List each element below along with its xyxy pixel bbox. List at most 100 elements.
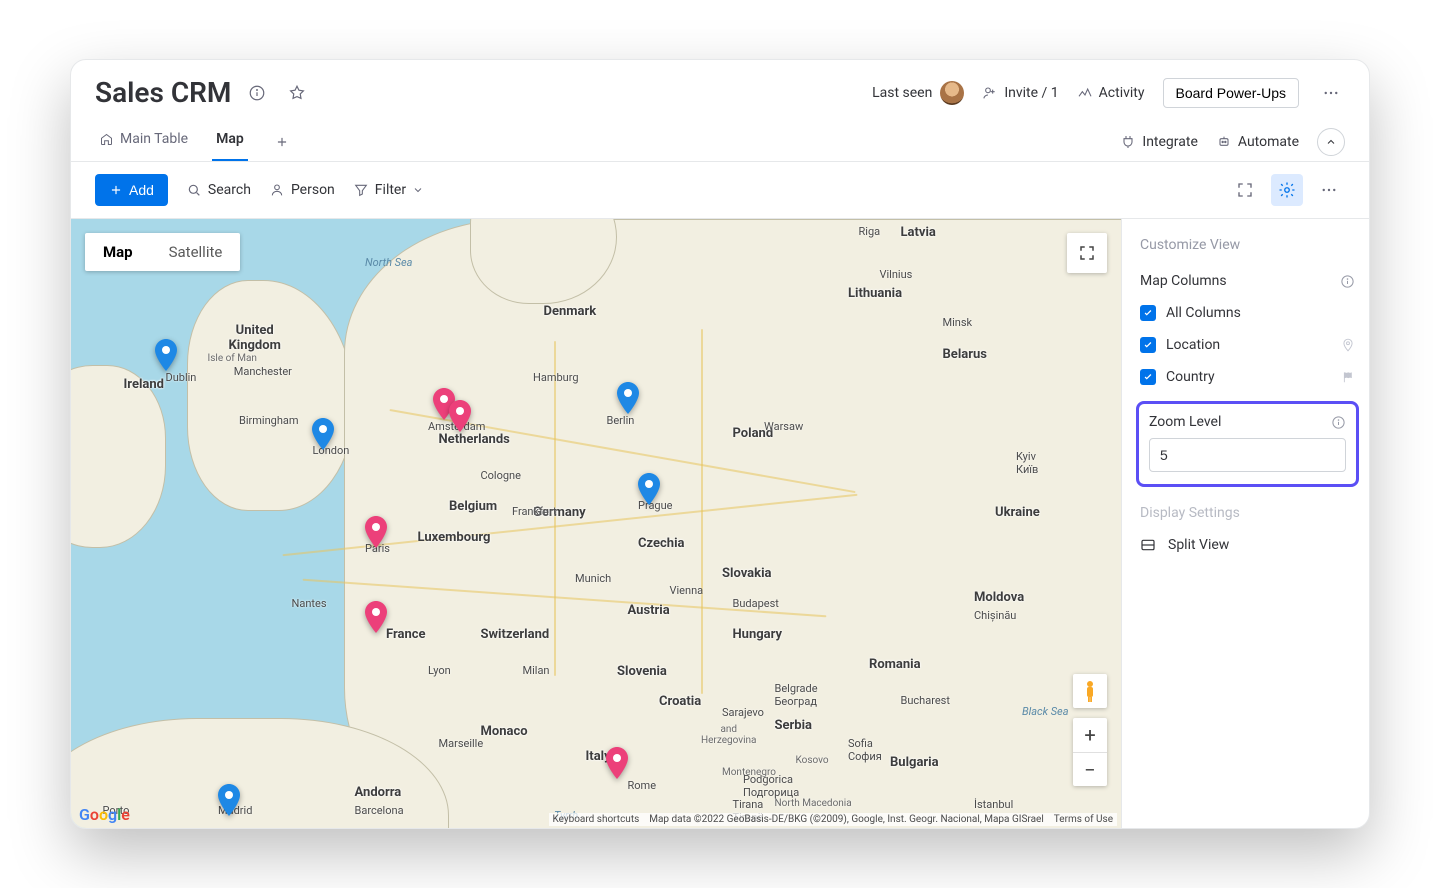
page-title: Sales CRM — [95, 76, 231, 109]
terms-link[interactable]: Terms of Use — [1054, 814, 1113, 825]
checkbox-location[interactable]: Location — [1140, 331, 1355, 359]
map-columns-label: Map Columns — [1140, 273, 1227, 289]
country-label: Austria — [628, 603, 670, 618]
sea-label: Black Sea — [1022, 705, 1069, 718]
favorite-star-icon[interactable] — [283, 79, 311, 107]
city-label: Nantes — [292, 597, 327, 610]
map-pin[interactable] — [364, 516, 388, 548]
map-type-map[interactable]: Map — [85, 233, 151, 271]
country-label: Ireland — [124, 377, 164, 392]
country-label: Netherlands — [439, 432, 510, 447]
power-ups-button[interactable]: Board Power-Ups — [1163, 78, 1300, 108]
info-icon[interactable] — [1331, 415, 1346, 430]
add-tab-icon[interactable] — [268, 128, 296, 156]
city-label: Sarajevo — [722, 706, 764, 719]
country-label: Serbia — [775, 718, 813, 733]
zoom-in-button[interactable]: + — [1073, 718, 1107, 752]
map-pin[interactable] — [217, 784, 241, 816]
city-label: Bucharest — [901, 694, 950, 707]
country-label: Slovakia — [722, 566, 771, 581]
checkbox-all-columns[interactable]: All Columns — [1140, 299, 1355, 327]
city-label: Marseille — [439, 737, 484, 750]
automate-button[interactable]: Automate — [1216, 134, 1299, 150]
location-pin-icon — [1341, 338, 1355, 352]
avatar — [940, 81, 964, 105]
map-attribution: Keyboard shortcuts Map data ©2022 GeoBas… — [549, 813, 1118, 826]
panel-heading: Customize View — [1140, 237, 1355, 253]
map-pin[interactable] — [154, 339, 178, 371]
chevron-down-icon — [412, 184, 424, 196]
city-label: Budapest — [733, 597, 779, 610]
city-label: Sofia София — [848, 737, 882, 763]
country-label: United Kingdom — [229, 323, 281, 353]
country-label: Slovenia — [617, 664, 667, 679]
keyboard-shortcuts-link[interactable]: Keyboard shortcuts — [553, 814, 640, 825]
country-label: Hungary — [733, 627, 783, 642]
invite-button[interactable]: Invite / 1 — [982, 85, 1058, 101]
country-label: Bulgaria — [890, 755, 939, 770]
info-icon[interactable] — [1340, 274, 1355, 289]
country-label: Latvia — [901, 225, 936, 240]
city-label: Vilnius — [880, 268, 913, 281]
city-label: Frankfurt — [512, 505, 557, 518]
country-label: Isle of Man — [208, 353, 257, 364]
city-label: Kyiv Київ — [1016, 450, 1038, 476]
country-label: Luxembourg — [418, 530, 491, 545]
country-label: Kosovo — [796, 755, 829, 766]
map-pin[interactable] — [311, 418, 335, 450]
more-toolbar-icon[interactable] — [1313, 174, 1345, 206]
city-label: Munich — [575, 572, 611, 585]
zoom-controls: + − — [1073, 718, 1107, 786]
city-label: Birmingham — [239, 414, 299, 427]
last-seen[interactable]: Last seen — [872, 81, 964, 105]
display-settings-label: Display Settings — [1140, 505, 1355, 521]
map-fullscreen-icon[interactable] — [1067, 233, 1107, 273]
settings-gear-icon[interactable] — [1271, 174, 1303, 206]
country-label: France — [386, 627, 426, 642]
info-icon[interactable] — [243, 79, 271, 107]
city-label: Berlin — [607, 414, 635, 427]
country-label: and Herzegovina — [701, 724, 757, 746]
search-tool[interactable]: Search — [186, 182, 251, 198]
split-view-icon — [1140, 537, 1156, 553]
checkbox-country[interactable]: Country — [1140, 363, 1355, 391]
split-view-toggle[interactable]: Split View — [1140, 537, 1355, 553]
map-pin[interactable] — [616, 382, 640, 414]
google-logo: Google — [79, 805, 130, 824]
body: North Sea Tyrrh Black Sea Ireland United… — [71, 219, 1369, 828]
app-frame: Sales CRM Last seen Invite / 1 A — [70, 59, 1370, 829]
country-label: Belarus — [943, 347, 987, 362]
country-label: North Macedonia — [775, 798, 852, 809]
zoom-out-button[interactable]: − — [1073, 752, 1107, 786]
city-label: Minsk — [943, 316, 973, 329]
toolbar: Add Search Person Filter — [71, 162, 1369, 219]
city-label: Podgorica Подгорица — [743, 773, 799, 799]
map-canvas[interactable]: North Sea Tyrrh Black Sea Ireland United… — [71, 219, 1121, 828]
integrate-button[interactable]: Integrate — [1120, 134, 1198, 150]
activity-button[interactable]: Activity — [1077, 85, 1145, 101]
pegman-icon[interactable] — [1073, 674, 1107, 708]
more-icon[interactable] — [1317, 79, 1345, 107]
map-type-satellite[interactable]: Satellite — [151, 233, 241, 271]
collapse-header-icon[interactable] — [1317, 128, 1345, 156]
tab-main-table[interactable]: Main Table — [95, 123, 192, 161]
city-label: Milan — [523, 664, 550, 677]
add-button[interactable]: Add — [95, 174, 168, 206]
map-type-toggle: Map Satellite — [85, 233, 240, 271]
city-label: Dublin — [166, 371, 197, 384]
city-label: Riga — [859, 225, 881, 238]
tab-map[interactable]: Map — [212, 123, 248, 161]
country-label: Ukraine — [995, 505, 1040, 520]
zoom-level-input[interactable] — [1149, 438, 1346, 472]
city-label: Manchester — [234, 365, 292, 378]
map-pin[interactable] — [448, 400, 472, 432]
city-label: Barcelona — [355, 804, 404, 817]
map-pin[interactable] — [605, 747, 629, 779]
sea-label: North Sea — [365, 256, 412, 269]
person-tool[interactable]: Person — [269, 182, 335, 198]
fullscreen-view-icon[interactable] — [1229, 174, 1261, 206]
map-pin[interactable] — [637, 473, 661, 505]
filter-tool[interactable]: Filter — [353, 182, 424, 198]
country-label: Denmark — [544, 304, 597, 319]
map-pin[interactable] — [364, 601, 388, 633]
